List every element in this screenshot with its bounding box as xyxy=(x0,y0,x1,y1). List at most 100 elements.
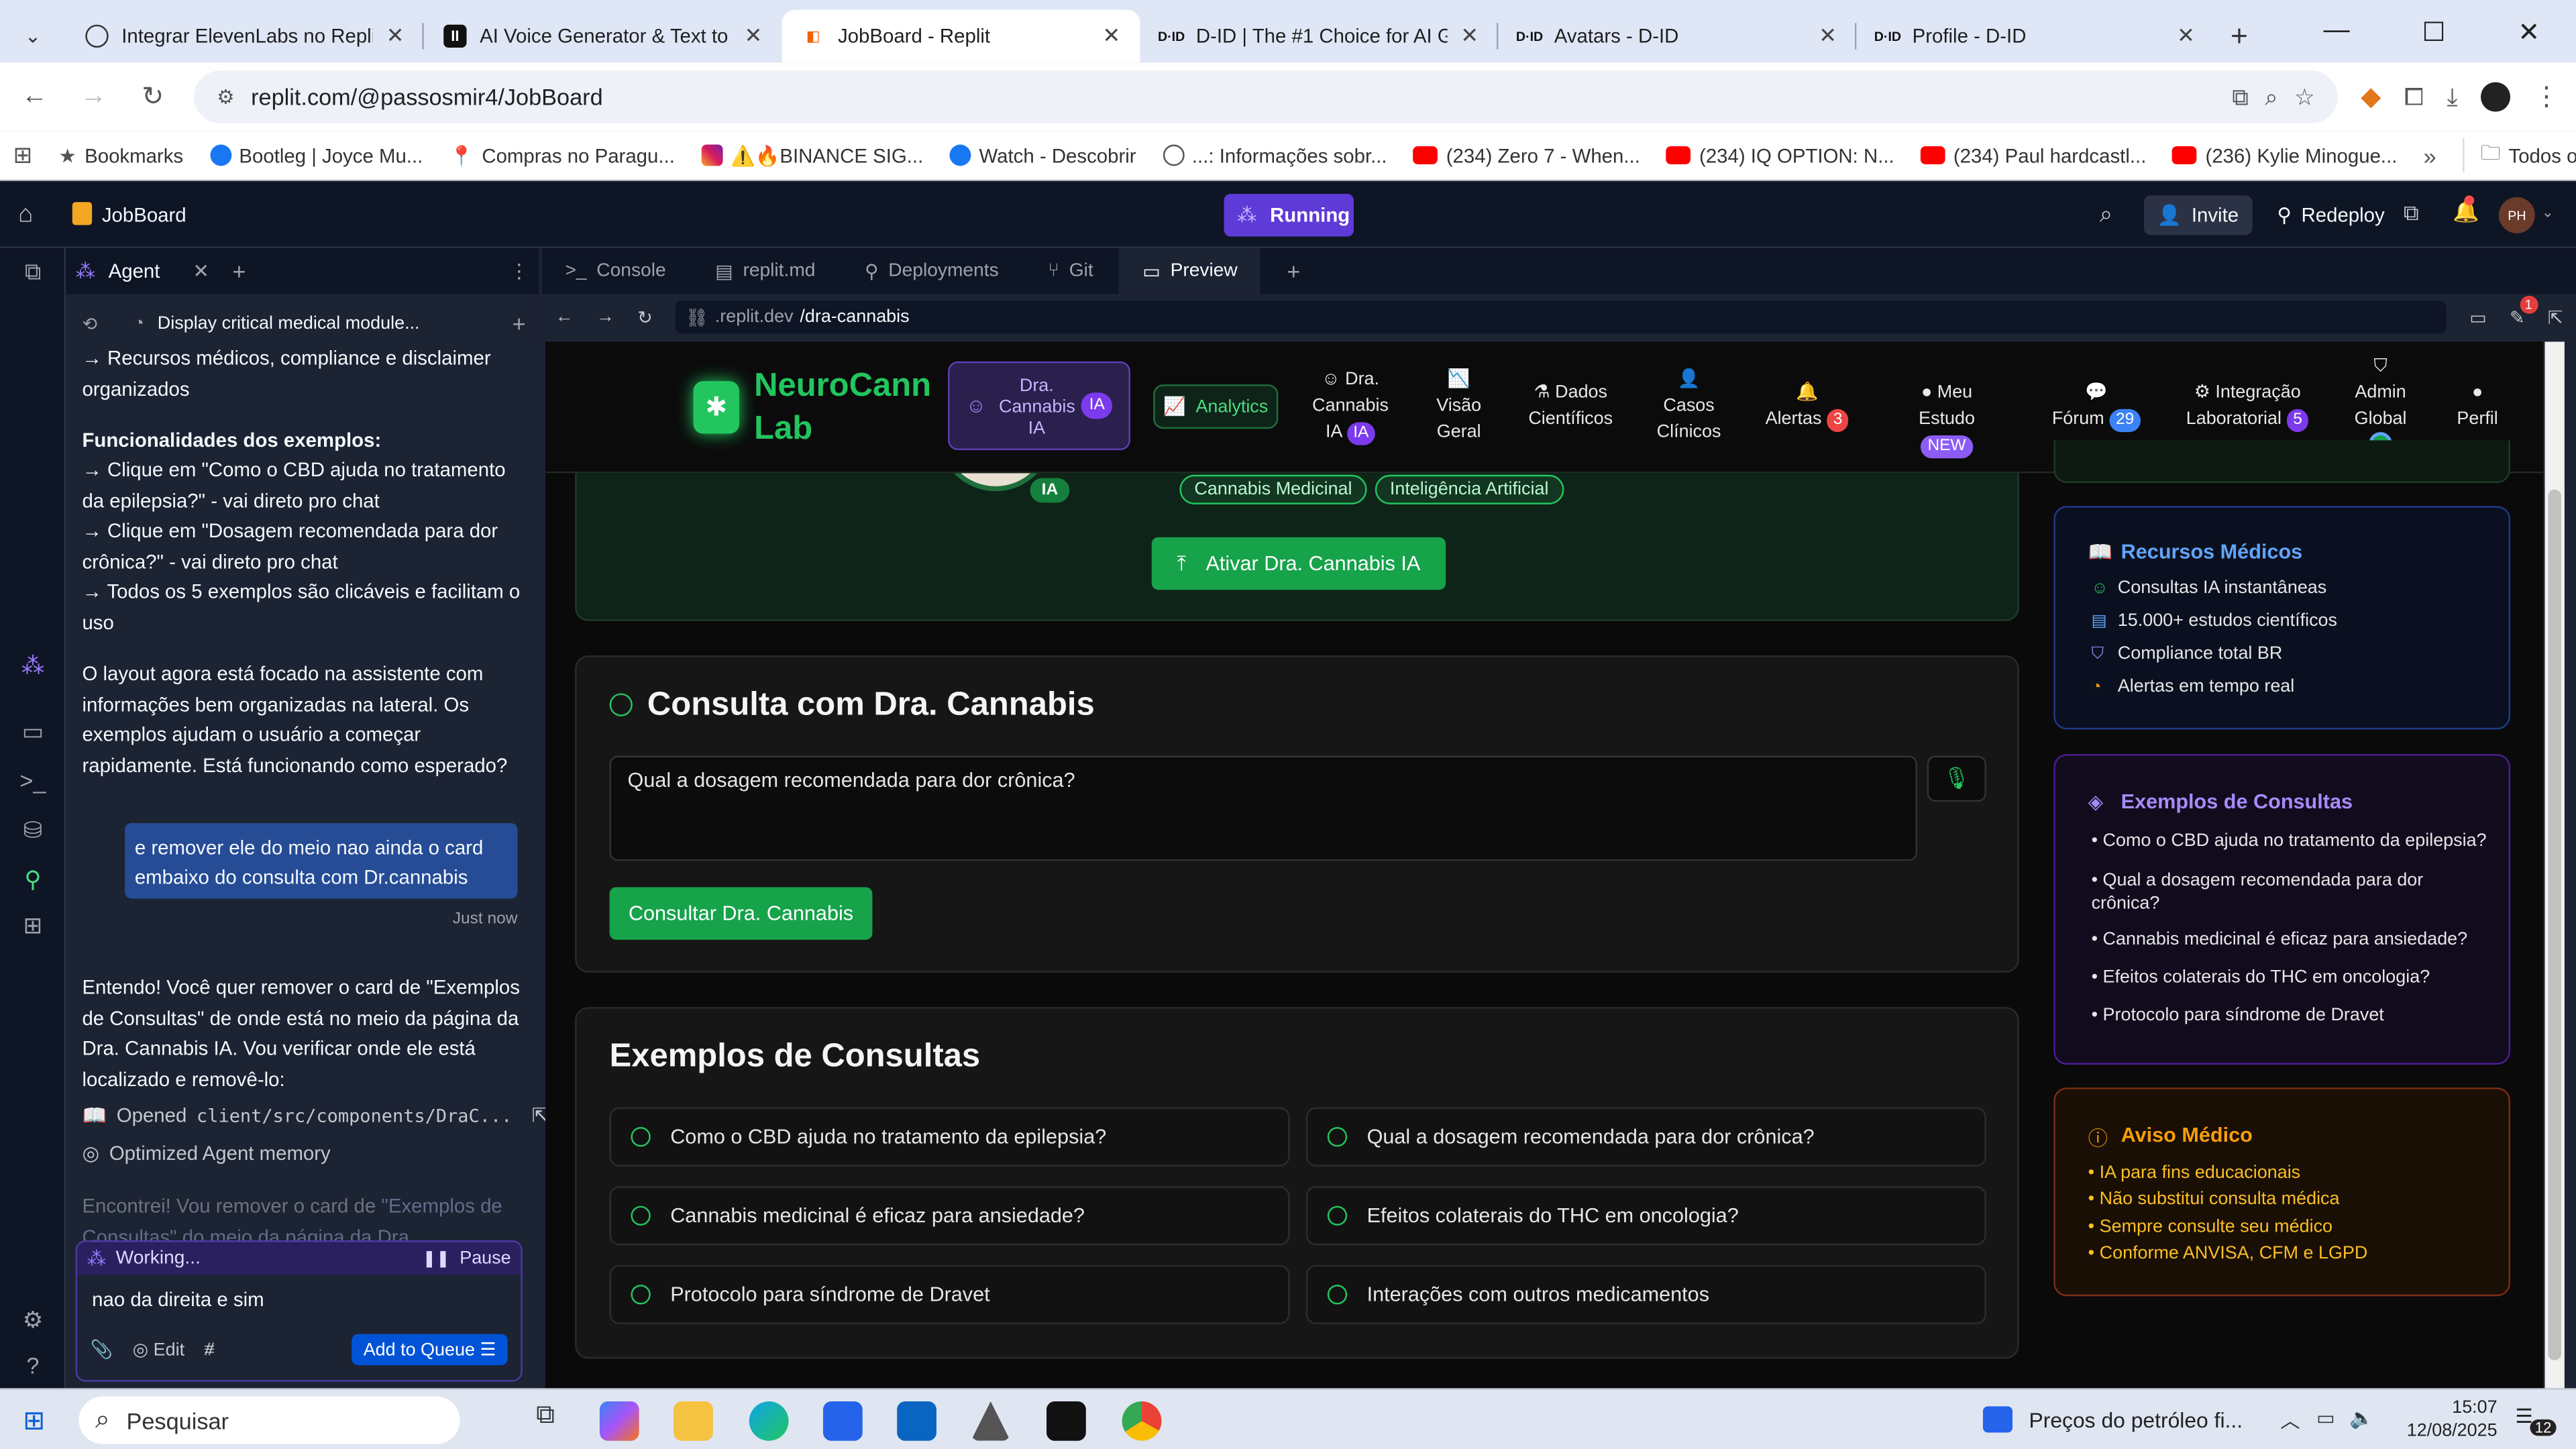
tab-preview[interactable]: ▭ Preview xyxy=(1119,248,1261,294)
stake-icon[interactable] xyxy=(1046,1401,1086,1441)
download-icon[interactable]: ⤓ xyxy=(2447,83,2457,111)
close-icon[interactable]: ✕ xyxy=(1460,23,1479,49)
add-icon[interactable]: + xyxy=(513,311,526,337)
side-example-item[interactable]: • Protocolo para síndrome de Dravet xyxy=(2092,1006,2494,1025)
tab-agent[interactable]: Agent xyxy=(109,260,160,282)
back-icon[interactable]: ← xyxy=(16,82,52,111)
edge-icon[interactable] xyxy=(749,1401,789,1441)
clock[interactable]: 15:07 12/08/2025 xyxy=(2407,1397,2498,1443)
nav-casos-clinicos[interactable]: 👤 Casos Clínicos xyxy=(1651,366,1727,445)
browser-tab[interactable]: II AI Voice Generator & Text to Sp ✕ xyxy=(424,10,782,62)
example-question[interactable]: Protocolo para síndrome de Dravet xyxy=(609,1265,1290,1324)
example-question[interactable]: Qual a dosagem recomendada para dor crôn… xyxy=(1305,1107,1986,1167)
pause-button[interactable]: Pause xyxy=(460,1248,511,1268)
omnibox[interactable]: ⚙ replit.com/@passosmir4/JobBoard ⧉ ⌕ ☆ xyxy=(193,70,2339,123)
chrome-icon[interactable] xyxy=(1122,1401,1162,1441)
opened-file-row[interactable]: 📖 Opened client/src/components/DraC... ⇱ xyxy=(82,1104,548,1127)
nav-dados-cientificos[interactable]: ⚗ Dados Científicos xyxy=(1525,380,1617,432)
news-widget[interactable]: Preços do petróleo fi... xyxy=(2029,1408,2243,1433)
bookmark-item[interactable]: ...: Informações sobr... xyxy=(1162,144,1387,167)
star-icon[interactable]: ☆ xyxy=(2294,83,2315,111)
chat-input[interactable]: nao da direita e sim xyxy=(77,1275,521,1334)
home-icon[interactable]: ⌂ xyxy=(18,201,33,229)
chevron-up-icon[interactable]: ︿ xyxy=(2280,1406,2300,1434)
example-question[interactable]: Efeitos colaterais do THC em oncologia? xyxy=(1305,1186,1986,1246)
open-new-tab-icon[interactable]: ⇱ xyxy=(2548,307,2563,327)
scrollbar-thumb[interactable] xyxy=(2548,489,2561,1360)
nav-perfil[interactable]: ● Perfil xyxy=(2448,380,2507,432)
tab-console[interactable]: >_ Console xyxy=(542,248,689,294)
volume-icon[interactable]: 🔈 xyxy=(2349,1406,2374,1429)
devices-icon[interactable]: ▭ xyxy=(2469,307,2486,327)
taskbar-search[interactable]: ⌕ Pesquisar xyxy=(78,1396,460,1444)
bookmark-item[interactable]: ⚠️🔥BINANCE SIG... xyxy=(701,144,923,167)
reload-icon[interactable]: ↻ xyxy=(135,80,171,113)
deploy-icon[interactable]: ⚲ xyxy=(16,866,49,899)
metamask-icon[interactable]: ◆ xyxy=(2361,80,2381,113)
profile-avatar[interactable] xyxy=(2480,82,2511,112)
copilot-icon[interactable] xyxy=(599,1401,639,1441)
invite-button[interactable]: 👤 Invite xyxy=(2143,195,2252,235)
file-explorer-icon[interactable] xyxy=(674,1401,713,1441)
nav-alertas[interactable]: 🔔 Alertas 3 xyxy=(1761,380,1853,433)
microphone-button[interactable]: 🎙 xyxy=(1927,755,1986,802)
add-to-queue-button[interactable]: Add to Queue ☰ xyxy=(352,1334,508,1366)
more-icon[interactable]: ⋮ xyxy=(509,260,529,282)
browser-tab[interactable]: D·ID Profile - D-ID ✕ xyxy=(1856,10,2214,62)
all-favorites[interactable]: 🗀Todos os favoritos xyxy=(2462,138,2576,173)
browser-tab-active[interactable]: ◧ JobBoard - Replit ✕ xyxy=(782,9,1140,63)
side-example-item[interactable]: • Como o CBD ajuda no tratamento da epil… xyxy=(2092,831,2494,851)
app-icon[interactable] xyxy=(971,1401,1011,1441)
back-icon[interactable]: ← xyxy=(555,307,574,327)
attach-icon[interactable]: 📎 xyxy=(91,1339,113,1360)
webview-icon[interactable]: ▭ xyxy=(16,718,49,751)
preview-url-field[interactable]: ⛓ .replit.dev/dra-cannabis xyxy=(676,301,2447,334)
forward-icon[interactable]: → xyxy=(76,82,112,111)
nav-visao-geral[interactable]: 📉 Visão Geral xyxy=(1426,366,1492,445)
panels-icon[interactable]: ⧉ xyxy=(2404,201,2419,227)
bookmark-item[interactable]: Bootleg | Joyce Mu... xyxy=(209,144,423,167)
close-icon[interactable]: ✕ xyxy=(745,23,763,49)
tab-search-button[interactable]: ⌄ xyxy=(0,10,66,62)
project-name[interactable]: JobBoard xyxy=(102,204,186,227)
history-icon[interactable]: ⟲ xyxy=(82,313,97,334)
checkpoint-row[interactable]: ⟲ ◔ Display critical medical module... + xyxy=(82,307,525,340)
close-icon[interactable]: ✕ xyxy=(2177,23,2195,49)
tab-git[interactable]: ⑂ Git xyxy=(1025,248,1116,294)
example-question[interactable]: Cannabis medicinal é eficaz para ansieda… xyxy=(609,1186,1290,1246)
store-icon[interactable] xyxy=(822,1401,863,1441)
minimize-button[interactable]: — xyxy=(2323,16,2349,49)
network-icon[interactable]: ▭ xyxy=(2316,1406,2335,1429)
activate-dra-button[interactable]: ⤒ Ativar Dra. Cannabis IA xyxy=(1151,537,1446,590)
chevron-right-icon[interactable]: » xyxy=(2424,142,2436,168)
add-tab-icon[interactable]: + xyxy=(232,258,246,284)
apps-icon[interactable]: ⊞ xyxy=(13,142,33,170)
close-icon[interactable]: ✕ xyxy=(1819,23,1837,49)
chevron-down-icon[interactable]: ⌄ xyxy=(2542,204,2554,222)
brand-logo[interactable]: NeuroCann Lab xyxy=(754,365,931,450)
bookmark-item[interactable]: Watch - Descobrir xyxy=(949,144,1136,167)
side-example-item[interactable]: • Efeitos colaterais do THC em oncologia… xyxy=(2092,967,2494,987)
nav-meu-estudo[interactable]: ● Meu Estudo NEW xyxy=(1892,380,2001,459)
files-icon[interactable]: ⧉ xyxy=(16,258,49,290)
bookmark-item[interactable]: 📍 Compras no Paragu... xyxy=(449,144,674,166)
search-icon[interactable]: ⌕ xyxy=(2100,201,2112,229)
task-view-icon[interactable]: ⧉ xyxy=(526,1401,566,1441)
all-tools-icon[interactable]: ⊞ xyxy=(16,912,49,945)
help-icon[interactable]: ? xyxy=(16,1352,49,1385)
preview-scrollbar[interactable] xyxy=(2544,341,2565,1389)
browser-tab[interactable]: D·ID D-ID | The #1 Choice for AI Ger ✕ xyxy=(1140,10,1499,62)
nav-integracao-laboratorial[interactable]: ⚙ Integração Laboratorial 5 xyxy=(2185,380,2310,433)
bookmark-item[interactable]: (234) IQ OPTION: N... xyxy=(1666,144,1894,167)
close-window-button[interactable]: ✕ xyxy=(2518,16,2540,49)
database-icon[interactable]: ⛁ xyxy=(16,816,49,849)
bookmark-item[interactable]: (234) Zero 7 - When... xyxy=(1413,144,1640,167)
outlook-icon[interactable] xyxy=(897,1401,936,1441)
nav-forum[interactable]: 💬 Fórum 29 xyxy=(2049,380,2144,433)
example-question[interactable]: Interações com outros medicamentos xyxy=(1305,1265,1986,1324)
settings-icon[interactable]: ⚙ xyxy=(16,1306,49,1339)
forward-icon[interactable]: → xyxy=(596,307,614,327)
extensions-icon[interactable]: ⧠ xyxy=(2404,83,2424,111)
reload-icon[interactable]: ↻ xyxy=(637,307,653,327)
tab-deployments[interactable]: ⚲ Deployments xyxy=(842,248,1022,294)
